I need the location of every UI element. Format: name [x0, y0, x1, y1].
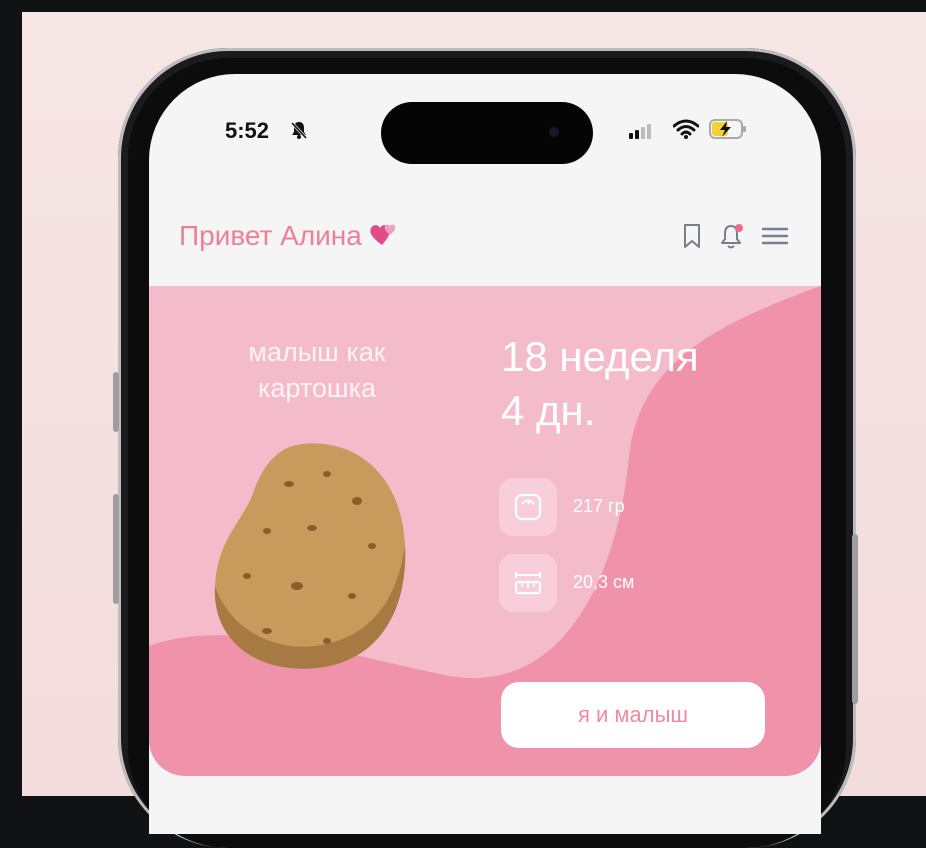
weight-stat: 217 гр — [499, 478, 759, 538]
bookmark-icon[interactable] — [681, 223, 703, 249]
menu-icon[interactable] — [761, 225, 789, 247]
phone-side-button-left — [113, 372, 119, 432]
greeting: Привет Алина — [179, 220, 398, 254]
pregnancy-card: малыш как картошка 18 неделя 4 дн. 217 г… — [149, 286, 821, 776]
potato-illustration — [207, 436, 417, 681]
length-stat: 20,3 см — [499, 554, 759, 614]
front-camera — [549, 127, 559, 137]
wifi-icon — [672, 118, 700, 145]
header-actions — [681, 222, 789, 250]
dynamic-island — [381, 102, 593, 164]
status-time: 5:52 — [225, 118, 270, 143]
app-screen: 5:52 Привет Алина малыш как картошка 18 … — [149, 74, 821, 834]
phone-side-button-right — [852, 534, 858, 704]
heart-icon — [368, 221, 398, 254]
status-bar: 5:52 — [149, 74, 821, 174]
signal-icon — [629, 122, 659, 145]
scale-icon — [499, 478, 557, 536]
me-and-baby-button[interactable]: я и малыш — [501, 682, 765, 748]
weight-value: 217 гр — [573, 496, 625, 516]
week-number: 18 неделя — [501, 333, 699, 380]
notification-bell-icon[interactable] — [719, 222, 745, 250]
greeting-text: Привет Алина — [179, 220, 362, 251]
length-value: 20,3 см — [573, 572, 635, 592]
baby-size-label: малыш как картошка — [248, 337, 386, 403]
bell-off-icon — [289, 120, 309, 140]
ruler-icon — [499, 554, 557, 612]
phone-side-button-left-2 — [113, 494, 119, 604]
battery-charging-icon — [709, 118, 747, 145]
app-header: Привет Алина — [149, 204, 821, 274]
pregnancy-week: 18 неделя 4 дн. — [501, 330, 699, 438]
week-days: 4 дн. — [501, 387, 596, 434]
